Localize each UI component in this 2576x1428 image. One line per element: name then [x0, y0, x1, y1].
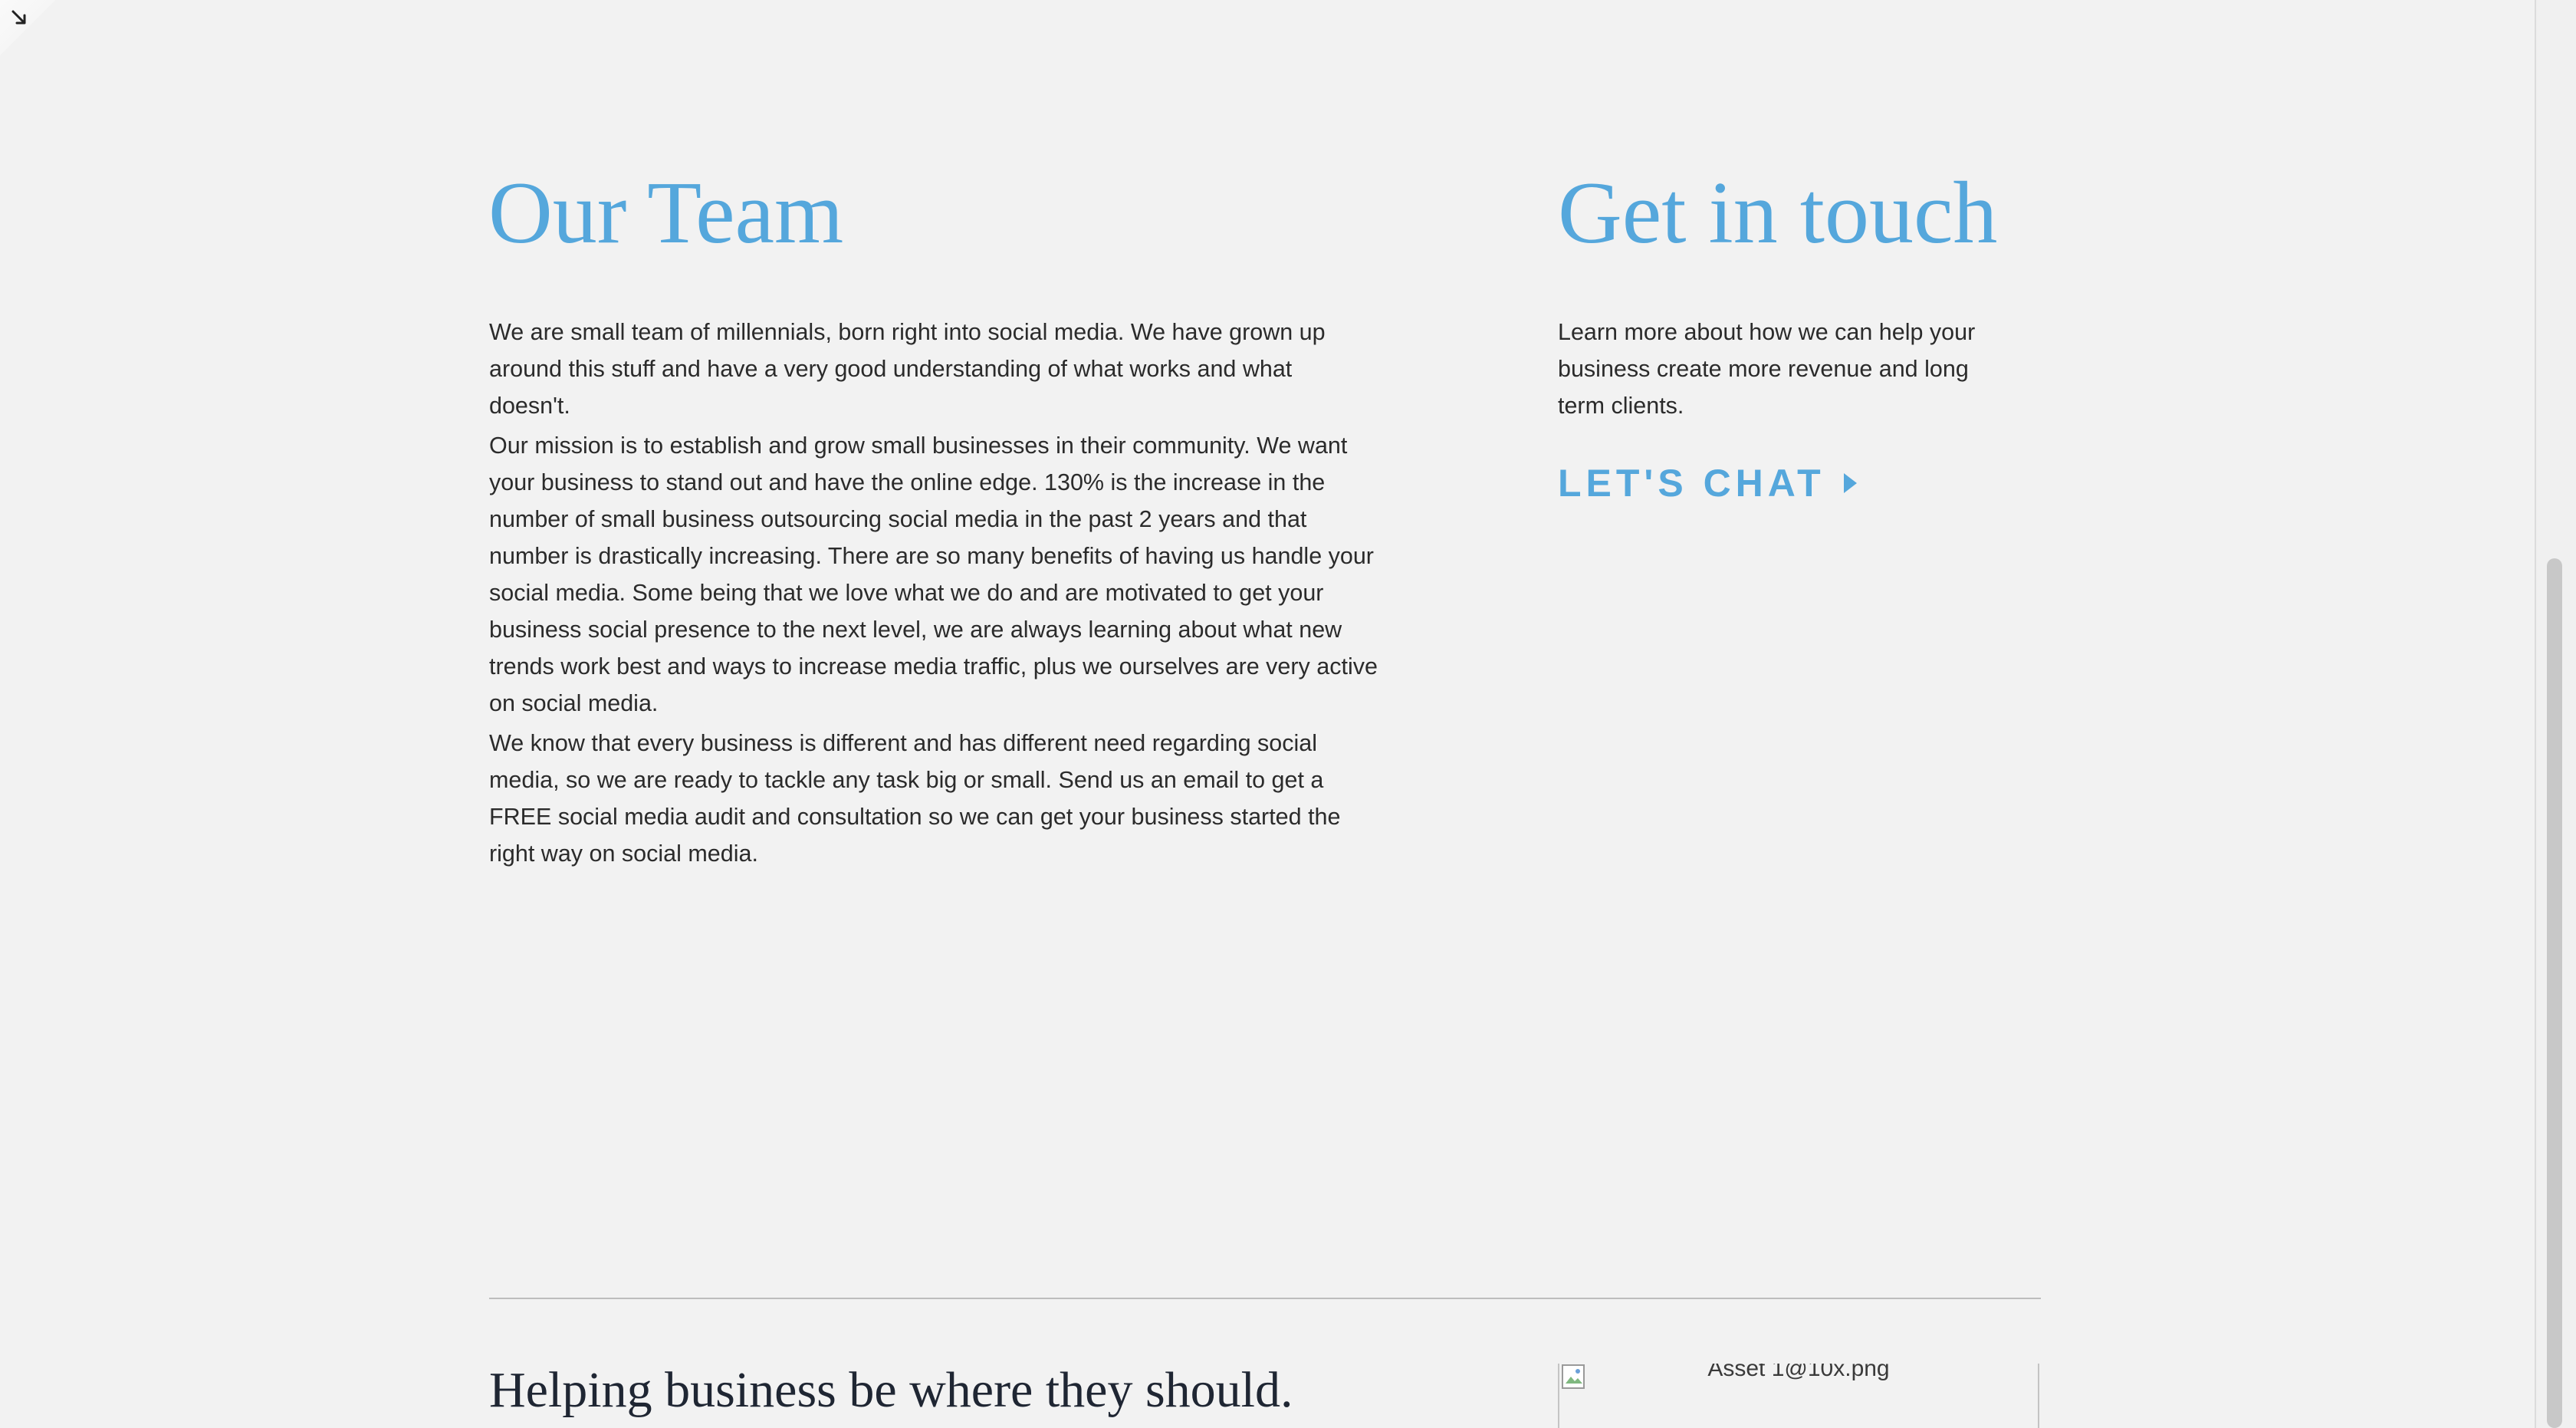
arrow-down-right-icon — [12, 10, 26, 25]
footer-divider — [489, 1298, 2041, 1299]
get-in-touch-heading: Get in touch — [1558, 164, 1998, 262]
contact-description: Learn more about how we can help your bu… — [1558, 319, 1976, 419]
footer-logo-image: Asset 1@10x.png — [1558, 1364, 2039, 1428]
team-paragraph-3: We know that every business is different… — [489, 730, 1341, 867]
our-team-heading: Our Team — [488, 164, 844, 262]
expand-corner-tab[interactable] — [0, 0, 55, 55]
team-paragraph-1: We are small team of millennials, born r… — [489, 319, 1326, 419]
page-scrollbar[interactable] — [2535, 0, 2576, 1428]
lets-chat-label: LET'S CHAT — [1558, 462, 1825, 505]
image-alt-text: Asset 1@10x.png — [1707, 1364, 1890, 1381]
footer-tagline: Helping business be where they should. — [489, 1362, 1293, 1418]
caret-right-icon — [1843, 473, 1857, 493]
scrollbar-thumb[interactable] — [2547, 558, 2562, 1428]
lets-chat-link[interactable]: LET'S CHAT — [1558, 464, 1857, 502]
team-paragraph-2: Our mission is to establish and grow sma… — [489, 433, 1378, 716]
